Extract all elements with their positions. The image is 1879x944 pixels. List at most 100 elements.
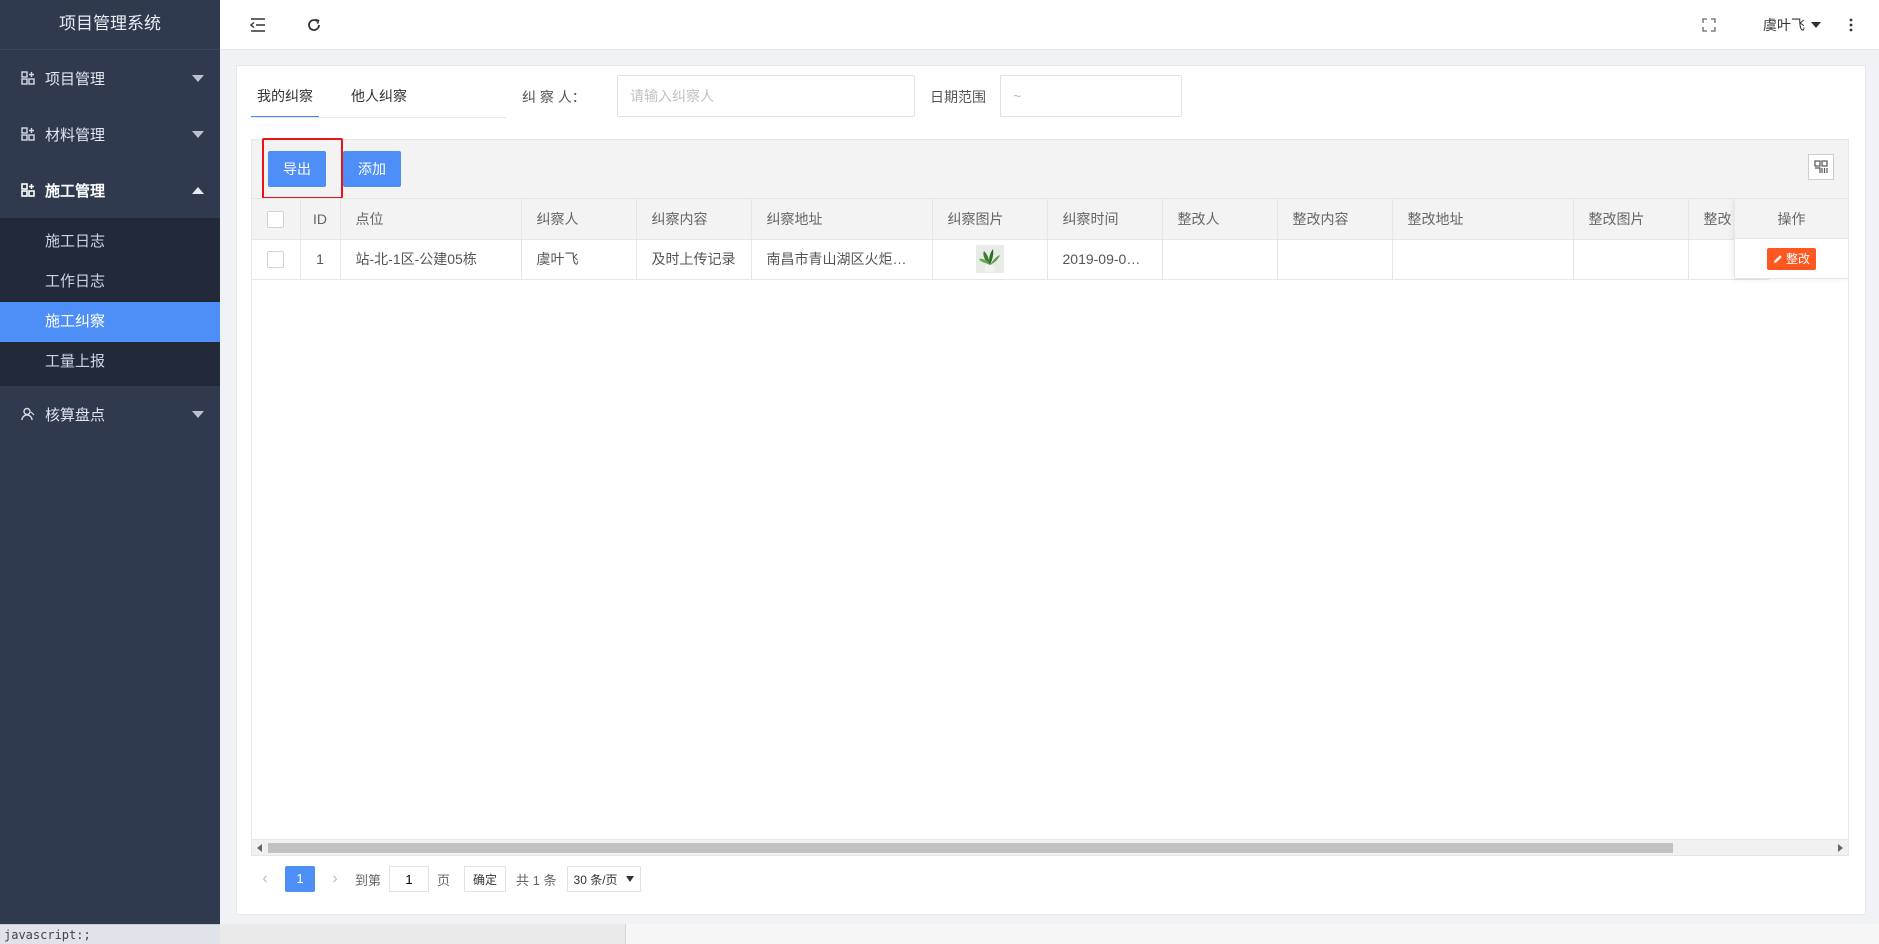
row-select-cell (252, 239, 301, 280)
table-header-row: ID 点位 纠察人 纠察内容 纠察地址 纠察图片 纠察时间 整改人 整改内容 整… (252, 199, 1769, 240)
date-range-label: 日期范围 (930, 89, 986, 105)
scrollbar-thumb[interactable] (268, 843, 1673, 853)
chevron-down-icon (625, 876, 634, 882)
cell-inspector: 虞叶飞 (521, 239, 637, 280)
cell-address: 南昌市青山湖区火炬… (751, 239, 933, 280)
col-header-point[interactable]: 点位 (340, 199, 522, 240)
next-page-icon[interactable]: › (321, 870, 349, 888)
rectify-button[interactable]: 整改 (1766, 247, 1816, 270)
menu-accounting[interactable]: 核算盘点 (0, 386, 220, 442)
rectify-button-label: 整改 (1785, 251, 1810, 266)
cell-rect-content (1277, 239, 1393, 280)
sidebar-item-work-log[interactable]: 工作日志 (0, 262, 220, 302)
col-header-address[interactable]: 纠察地址 (751, 199, 933, 240)
menu-accounting-label: 核算盘点 (45, 406, 106, 424)
table: ID 点位 纠察人 纠察内容 纠察地址 纠察图片 纠察时间 整改人 整改内容 整… (252, 199, 1769, 280)
goto-page-input[interactable] (389, 866, 430, 892)
col-header-rectifier[interactable]: 整改人 (1162, 199, 1278, 240)
fixed-action-column: 操作 整改 (1734, 199, 1848, 279)
col-header-action: 操作 (1734, 199, 1848, 239)
pagination: ‹ 1 › 到第 页 确定 共 1 条 30 条/页 (251, 864, 641, 894)
menu-construction-label: 施工管理 (45, 182, 106, 200)
menu-group-construction: 施工管理 施工日志 工作日志 施工纠察 工量上报 (0, 162, 220, 386)
chevron-down-icon (192, 74, 204, 82)
inspector-label: 纠 察 人： (522, 89, 586, 105)
bottom-status-strip (220, 924, 1879, 944)
cell-rect-address (1392, 239, 1574, 280)
menu-project[interactable]: 项目管理 (0, 50, 220, 106)
add-button[interactable]: 添加 (343, 151, 401, 187)
scroll-left-icon[interactable] (257, 844, 262, 852)
menu-material-label: 材料管理 (45, 126, 106, 144)
user-menu[interactable]: 虞叶飞 (1763, 15, 1821, 35)
col-header-image[interactable]: 纠察图片 (932, 199, 1048, 240)
menu-fold-icon[interactable] (248, 15, 268, 35)
menu-project-label: 项目管理 (45, 70, 106, 88)
apps-icon (20, 182, 36, 198)
col-header-rect-image[interactable]: 整改图片 (1573, 199, 1689, 240)
sidebar-item-workload-report[interactable]: 工量上报 (0, 342, 220, 382)
menu-construction[interactable]: 施工管理 (0, 162, 220, 218)
horizontal-scrollbar[interactable] (252, 839, 1848, 855)
goto-confirm-button[interactable]: 确定 (464, 866, 507, 892)
scroll-right-icon[interactable] (1838, 844, 1843, 852)
tab-bar: 我的纠察 他人纠察 (251, 76, 439, 118)
page-size-select[interactable]: 30 条/页 (566, 866, 641, 892)
page-current[interactable]: 1 (285, 866, 315, 892)
tab-my-inspections[interactable]: 我的纠察 (251, 76, 319, 118)
cell-point: 站-北-1区-公建05栋 (340, 239, 522, 280)
more-vertical-icon[interactable] (1841, 15, 1861, 35)
cell-time: 2019-09-0… (1047, 239, 1163, 280)
col-header-inspector[interactable]: 纠察人 (521, 199, 637, 240)
total-count: 共 1 条 (516, 872, 557, 888)
sidebar-item-construction-inspection[interactable]: 施工纠察 (0, 302, 220, 342)
chevron-down-icon (192, 410, 204, 418)
col-header-content[interactable]: 纠察内容 (636, 199, 752, 240)
user-icon (20, 406, 36, 422)
col-header-id[interactable]: ID (300, 199, 341, 240)
chevron-up-icon (192, 186, 204, 194)
edit-icon (1773, 254, 1782, 263)
inspector-input[interactable] (617, 75, 915, 117)
refresh-icon[interactable] (304, 15, 324, 35)
page-unit-label: 页 (437, 872, 451, 888)
main-card: 我的纠察 他人纠察 纠 察 人： 日期范围 ~ 导出 添加 ID 点位 纠察人 … (236, 65, 1866, 915)
col-header-rect-address[interactable]: 整改地址 (1392, 199, 1574, 240)
fullscreen-icon[interactable] (1699, 15, 1719, 35)
submenu-construction: 施工日志 工作日志 施工纠察 工量上报 (0, 218, 220, 386)
grid-icon (1814, 160, 1828, 173)
user-name: 虞叶飞 (1763, 17, 1805, 33)
cell-content: 及时上传记录 (636, 239, 752, 280)
column-toggle-button[interactable] (1808, 154, 1834, 180)
prev-page-icon[interactable]: ‹ (251, 870, 279, 888)
cell-rectifier (1162, 239, 1278, 280)
header: 虞叶飞 (220, 0, 1879, 50)
col-header-rect-content[interactable]: 整改内容 (1277, 199, 1393, 240)
tab-others-inspections[interactable]: 他人纠察 (345, 76, 413, 116)
menu-group-accounting: 核算盘点 (0, 386, 220, 442)
sidebar: 项目管理系统 项目管理 材料管理 施工管理 施工日志 工作日志 施工纠察 工量上… (0, 0, 220, 944)
page-size-value: 30 条/页 (573, 872, 618, 887)
bottom-status-segment (220, 924, 626, 944)
cell-image (932, 239, 1048, 280)
plant-photo-thumbnail[interactable] (975, 245, 1004, 273)
row-checkbox[interactable] (267, 250, 285, 268)
goto-label: 到第 (355, 872, 382, 888)
select-all-cell (252, 199, 301, 240)
col-header-time[interactable]: 纠察时间 (1047, 199, 1163, 240)
cell-id: 1 (300, 239, 341, 280)
menu-group-material: 材料管理 (0, 106, 220, 162)
date-range-input[interactable]: ~ (1000, 75, 1182, 117)
sidebar-item-construction-log[interactable]: 施工日志 (0, 222, 220, 262)
cell-rect-image (1573, 239, 1689, 280)
select-all-checkbox[interactable] (267, 210, 285, 228)
table-toolbar: 导出 添加 (251, 138, 1849, 199)
table-row[interactable]: 1 站-北-1区-公建05栋 虞叶飞 及时上传记录 南昌市青山湖区火炬… 201… (252, 239, 1769, 280)
status-bar: javascript:; (0, 924, 220, 944)
apps-icon (20, 126, 36, 142)
export-button[interactable]: 导出 (268, 151, 326, 187)
apps-icon (20, 70, 36, 86)
app-title: 项目管理系统 (0, 0, 220, 50)
menu-material[interactable]: 材料管理 (0, 106, 220, 162)
action-cell: 整改 (1734, 239, 1848, 279)
